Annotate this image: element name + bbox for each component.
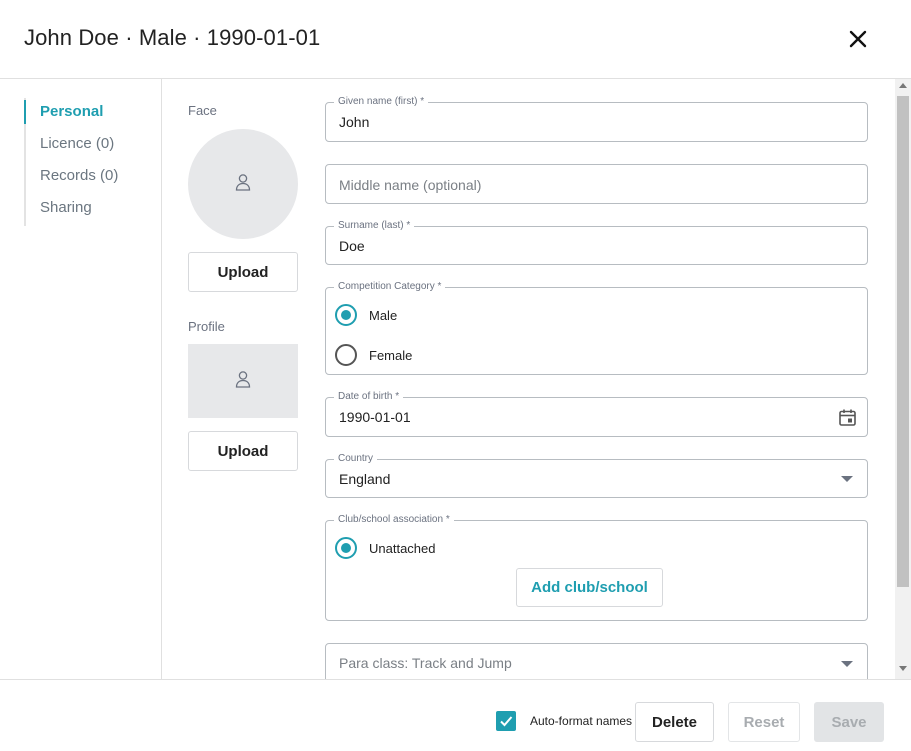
person-icon [234, 173, 252, 196]
save-button[interactable]: Save [814, 702, 884, 742]
dialog-title: John Doe · Male · 1990-01-01 [24, 25, 321, 50]
dialog-footer: Auto-format names Delete Reset Save [0, 679, 911, 751]
section-nav: Personal Licence (0) Records (0) Sharing [24, 98, 154, 226]
checkbox-checked[interactable] [496, 711, 516, 731]
close-icon[interactable] [846, 27, 870, 51]
club-association-group: Club/school association * Unattached Add… [325, 514, 868, 621]
radio-label: Male [369, 307, 398, 323]
para-class-placeholder: Para class: Track and Jump [339, 655, 512, 671]
face-photo [188, 129, 298, 239]
nav-item-licence[interactable]: Licence (0) [26, 130, 154, 162]
middle-name-field[interactable]: Middle name (optional) [325, 164, 868, 204]
radio-button[interactable] [335, 344, 357, 366]
chevron-down-icon[interactable] [841, 661, 853, 667]
scrollbar-thumb[interactable] [897, 96, 909, 587]
person-icon [234, 370, 252, 393]
nav-item-personal[interactable]: Personal [24, 98, 154, 130]
radio-female[interactable]: Female [335, 344, 412, 366]
scroll-down-arrow-icon[interactable] [899, 666, 907, 671]
autoformat-checkbox-row[interactable]: Auto-format names [496, 711, 632, 731]
date-of-birth-value: 1990-01-01 [339, 409, 411, 425]
radio-unattached[interactable]: Unattached [335, 537, 436, 559]
country-select[interactable]: Country England [325, 453, 868, 498]
nav-item-records[interactable]: Records (0) [26, 162, 154, 194]
calendar-icon[interactable] [838, 408, 857, 432]
radio-male[interactable]: Male [335, 304, 397, 326]
surname-legend: Surname (last) * [334, 220, 415, 232]
given-name-value: John [339, 114, 370, 130]
nav-item-sharing[interactable]: Sharing [26, 194, 154, 226]
date-of-birth-legend: Date of birth * [334, 391, 404, 403]
country-legend: Country [334, 453, 378, 465]
radio-button-selected[interactable] [335, 304, 357, 326]
chevron-down-icon[interactable] [841, 476, 853, 482]
competition-category-legend: Competition Category * [334, 281, 446, 293]
radio-label: Female [369, 347, 413, 363]
upload-face-button[interactable]: Upload [188, 252, 298, 292]
given-name-legend: Given name (first) * [334, 96, 429, 108]
surname-field[interactable]: Surname (last) * Doe [325, 220, 868, 265]
face-label: Face [188, 103, 217, 118]
add-club-button[interactable]: Add club/school [516, 568, 663, 607]
scroll-up-arrow-icon[interactable] [899, 83, 907, 88]
given-name-field[interactable]: Given name (first) * John [325, 96, 868, 142]
country-value: England [339, 471, 391, 487]
radio-label: Unattached [369, 540, 436, 556]
competition-category-group: Competition Category * Male Female [325, 281, 868, 375]
delete-button[interactable]: Delete [635, 702, 714, 742]
radio-button-selected[interactable] [335, 537, 357, 559]
middle-name-placeholder: Middle name (optional) [339, 177, 482, 193]
date-of-birth-field[interactable]: Date of birth * 1990-01-01 [325, 391, 868, 437]
upload-profile-button[interactable]: Upload [188, 431, 298, 471]
check-icon [500, 716, 513, 727]
para-class-select[interactable]: Para class: Track and Jump [325, 643, 868, 683]
autoformat-label: Auto-format names [530, 714, 633, 728]
divider [161, 79, 162, 679]
profile-photo [188, 344, 298, 418]
profile-label: Profile [188, 319, 225, 334]
reset-button[interactable]: Reset [728, 702, 800, 742]
club-association-legend: Club/school association * [334, 514, 454, 526]
dialog-header: John Doe · Male · 1990-01-01 [0, 0, 911, 79]
surname-value: Doe [339, 238, 365, 254]
